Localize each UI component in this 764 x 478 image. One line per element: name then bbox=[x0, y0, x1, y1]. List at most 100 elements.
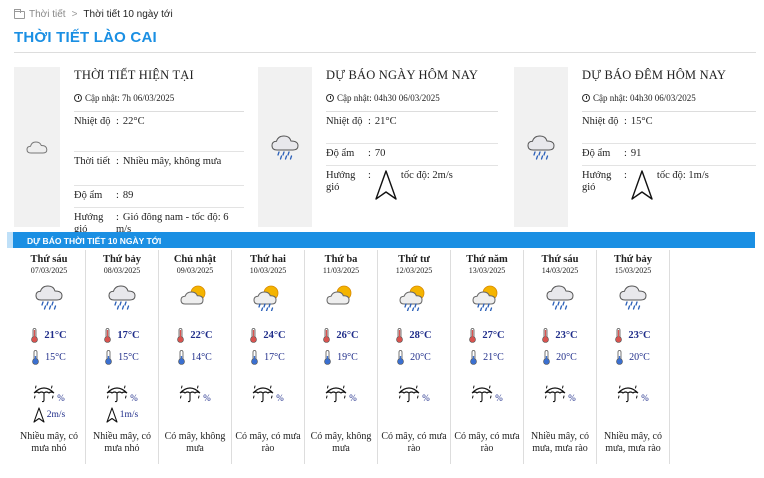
low-temp-value: 15°C bbox=[118, 351, 139, 363]
forecast-day: Thứ sáu 14/03/2025 23°C 20°C% Nhiều mây, có … bbox=[524, 250, 597, 464]
row-label: Hướng gió bbox=[582, 170, 612, 193]
forecast-day: Thứ bảy 15/03/2025 23°C 20°C% Nhiều mây, có … bbox=[597, 250, 670, 464]
high-temp-value: 27°C bbox=[482, 329, 505, 341]
sun-cloud-icon bbox=[180, 285, 206, 305]
umbrella-icon bbox=[33, 385, 55, 403]
high-temp: 28°C bbox=[378, 327, 450, 343]
row-value: Nhiều mây, không mưa bbox=[122, 156, 222, 167]
day-date: 11/03/2025 bbox=[322, 266, 360, 275]
rain-chance: % bbox=[378, 385, 450, 403]
thermometer-icon bbox=[178, 349, 185, 365]
thermometer-icon bbox=[396, 327, 404, 343]
current-weather-card: THỜI TIẾT HIỆN TẠI Cập nhật: 7h 06/03/20… bbox=[14, 67, 244, 235]
wind-info bbox=[159, 406, 231, 424]
row-label: Nhiệt độ bbox=[74, 116, 111, 127]
day-name: Thứ bảy bbox=[102, 254, 142, 265]
wind-direction-arrow-icon bbox=[106, 407, 118, 423]
clock-icon bbox=[74, 94, 82, 102]
low-temp: 20°C bbox=[378, 349, 450, 365]
current-row-humidity: Độ ẩm :89 bbox=[74, 186, 244, 208]
sun-rain-cloud-icon bbox=[253, 285, 279, 311]
high-temp-value: 21°C bbox=[44, 329, 67, 341]
rain-chance: % bbox=[451, 385, 523, 403]
low-temp-value: 21°C bbox=[483, 351, 504, 363]
high-temp: 26°C bbox=[305, 327, 377, 343]
day-name: Thứ năm bbox=[466, 254, 508, 265]
low-temp-value: 20°C bbox=[556, 351, 577, 363]
night-row-wind: Hướng gió : tốc độ: 1m/s bbox=[582, 166, 756, 204]
sun-rain-cloud-icon bbox=[399, 285, 425, 311]
wind-info: 2m/s bbox=[13, 406, 85, 424]
high-temp-value: 23°C bbox=[555, 329, 578, 341]
wind-info bbox=[524, 406, 596, 424]
rain-cloud-icon bbox=[527, 135, 555, 160]
thermometer-icon bbox=[397, 349, 404, 365]
low-temp-value: 15°C bbox=[45, 351, 66, 363]
day-name: Thứ hai bbox=[250, 254, 286, 265]
wind-direction-arrow-icon bbox=[375, 170, 397, 200]
thermometer-icon bbox=[543, 349, 550, 365]
low-temp: 15°C bbox=[13, 349, 85, 365]
day-date: 09/03/2025 bbox=[176, 266, 214, 275]
low-temp: 15°C bbox=[86, 349, 158, 365]
high-temp: 27°C bbox=[451, 327, 523, 343]
wind-info bbox=[378, 406, 450, 424]
night-forecast-updated-text: Cập nhật: 04h30 06/03/2025 bbox=[593, 93, 696, 103]
forecast-day: Chủ nhật 09/03/2025 22°C 14°C% Có mây, không… bbox=[159, 250, 232, 464]
wind-info bbox=[232, 406, 304, 424]
umbrella-icon bbox=[617, 385, 639, 403]
rain-cloud-icon bbox=[108, 285, 136, 310]
row-value: 15°C bbox=[630, 116, 653, 127]
rain-chance: % bbox=[13, 385, 85, 403]
day-row-wind: Hướng gió : tốc độ: 2m/s bbox=[326, 166, 498, 204]
rain-chance-value: % bbox=[568, 393, 576, 403]
forecast-day: Thứ hai 10/03/2025 24°C 17°C% Có mây, có mưa… bbox=[232, 250, 305, 464]
current-weather-title: THỜI TIẾT HIỆN TẠI bbox=[74, 68, 194, 82]
day-forecast-updated: Cập nhật: 04h30 06/03/2025 bbox=[326, 93, 498, 103]
day-date: 08/03/2025 bbox=[103, 266, 141, 275]
row-value: tốc độ: 1m/s bbox=[656, 170, 709, 181]
day-description: Có mây, không mưa bbox=[310, 431, 372, 454]
thermometer-icon bbox=[104, 327, 112, 343]
day-description: Có mây, có mưa rào bbox=[454, 431, 520, 454]
thermometer-icon bbox=[105, 349, 112, 365]
rain-chance: % bbox=[159, 385, 231, 403]
high-temp-value: 26°C bbox=[336, 329, 359, 341]
thermometer-icon bbox=[323, 327, 331, 343]
night-row-humidity: Độ ẩm :91 bbox=[582, 144, 756, 166]
high-temp: 17°C bbox=[86, 327, 158, 343]
thermometer-icon bbox=[542, 327, 550, 343]
thermometer-icon bbox=[250, 327, 258, 343]
cloud-icon bbox=[26, 141, 48, 154]
low-temp: 14°C bbox=[159, 349, 231, 365]
rain-cloud-icon bbox=[619, 285, 647, 310]
row-value: 21°C bbox=[374, 116, 397, 127]
current-row-temp: Nhiệt độ :22°C bbox=[74, 112, 244, 152]
day-date: 13/03/2025 bbox=[468, 266, 506, 275]
page-title: THỜI TIẾT LÀO CAI bbox=[14, 29, 157, 46]
high-temp: 22°C bbox=[159, 327, 231, 343]
rain-chance: % bbox=[86, 385, 158, 403]
wind-info bbox=[451, 406, 523, 424]
breadcrumb-home-link[interactable]: Thời tiết bbox=[14, 8, 66, 20]
low-temp: 17°C bbox=[232, 349, 304, 365]
day-description: Nhiều mây, có mưa, mưa rào bbox=[604, 431, 662, 454]
low-temp-value: 14°C bbox=[191, 351, 212, 363]
thermometer-icon bbox=[324, 349, 331, 365]
low-temp-value: 17°C bbox=[264, 351, 285, 363]
high-temp-value: 22°C bbox=[190, 329, 213, 341]
night-row-temp: Nhiệt độ :15°C bbox=[582, 112, 756, 144]
forecast-day: Thứ sáu 07/03/2025 21°C 15°C% 2m/s Nhiều mây,… bbox=[13, 250, 86, 464]
day-name: Chủ nhật bbox=[173, 254, 217, 265]
row-label: Độ ẩm bbox=[582, 148, 611, 159]
row-label: Độ ẩm bbox=[326, 148, 355, 159]
umbrella-icon bbox=[544, 385, 566, 403]
forecast-day: Thứ năm 13/03/2025 27°C 21°C% Có mây, có mưa… bbox=[451, 250, 524, 464]
breadcrumb-home-label: Thời tiết bbox=[29, 9, 66, 20]
day-name: Thứ sáu bbox=[30, 254, 68, 265]
umbrella-icon bbox=[252, 385, 274, 403]
day-date: 15/03/2025 bbox=[614, 266, 652, 275]
sun-rain-cloud-icon bbox=[472, 285, 498, 311]
wind-direction-arrow-icon bbox=[33, 407, 45, 423]
umbrella-icon bbox=[471, 385, 493, 403]
